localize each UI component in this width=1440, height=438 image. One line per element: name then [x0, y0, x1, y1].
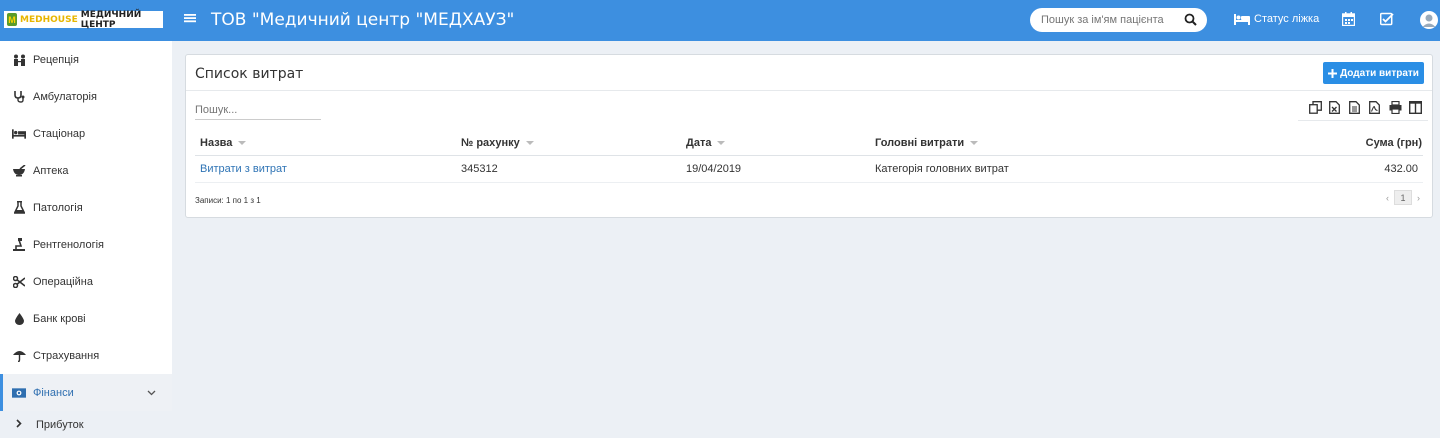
checklist-icon[interactable]: [1379, 12, 1394, 29]
sidebar-item-radiology[interactable]: Рентгенологія: [0, 226, 172, 263]
calendar-icon[interactable]: [1341, 12, 1356, 29]
hamburger-menu-icon[interactable]: [184, 12, 196, 28]
column-header-label: Сума (грн): [1365, 137, 1422, 149]
sidebar-subitem-label: Прибуток: [36, 418, 84, 431]
excel-icon[interactable]: [1329, 101, 1342, 114]
bed-icon: [12, 127, 26, 141]
user-avatar-icon[interactable]: [1420, 11, 1438, 29]
sort-icon: [970, 141, 979, 145]
column-header-label: Головні витрати: [875, 137, 965, 149]
logo-text: МЕДИЧНИЙ ЦЕНТР: [80, 9, 142, 30]
sidebar-item-label: Патологія: [33, 201, 83, 214]
sidebar-item-ambulatory[interactable]: Амбулаторія: [0, 78, 172, 115]
sidebar-item-label: Страхування: [33, 349, 100, 362]
sidebar-item-inpatient[interactable]: Стаціонар: [0, 115, 172, 152]
xray-icon: [12, 238, 26, 252]
column-header-amount[interactable]: Сума (грн): [1366, 137, 1422, 149]
column-header-label: № рахунку: [461, 137, 520, 149]
sidebar-item-label: Рецепція: [33, 53, 79, 66]
sidebar-item-label: Аптека: [33, 164, 69, 177]
divider: [195, 182, 1423, 183]
page-title: Список витрат: [195, 66, 304, 82]
table-search-input[interactable]: [195, 101, 321, 120]
chevron-right-icon: [16, 418, 22, 431]
mortar-icon: [12, 164, 26, 178]
patient-search-input[interactable]: [1041, 14, 1181, 26]
columns-icon[interactable]: [1409, 101, 1422, 114]
sort-icon: [238, 141, 247, 145]
export-toolbar: [1309, 101, 1422, 114]
column-header-main-expenses[interactable]: Головні витрати: [875, 137, 979, 149]
patient-search-box[interactable]: [1030, 8, 1207, 32]
scissors-icon: [12, 275, 26, 289]
pdf-icon[interactable]: [1369, 101, 1382, 114]
bed-status-label: Статус ліжка: [1254, 13, 1320, 25]
sidebar-item-label: Операційна: [33, 275, 93, 288]
flask-icon: [12, 201, 26, 215]
expense-amount: 432.00: [1384, 163, 1418, 175]
csv-icon[interactable]: [1349, 101, 1362, 114]
next-page-button[interactable]: ›: [1417, 193, 1420, 203]
sidebar-item-pharmacy[interactable]: Аптека: [0, 152, 172, 189]
logo[interactable]: M MEDHOUSE МЕДИЧНИЙ ЦЕНТР: [4, 9, 163, 30]
copy-icon[interactable]: [1309, 101, 1322, 114]
prev-page-button[interactable]: ‹: [1386, 193, 1389, 203]
invoice-number: 345312: [461, 163, 498, 175]
expenses-panel: Список витрат Додати витрати Назва № рах…: [185, 54, 1433, 218]
sidebar-subitem-income[interactable]: Прибуток: [0, 411, 172, 438]
add-expense-label: Додати витрати: [1340, 67, 1419, 79]
sidebar-item-label: Фінанси: [33, 386, 74, 399]
column-header-name[interactable]: Назва: [200, 137, 247, 149]
sidebar: Рецепція Амбулаторія Стаціонар Аптека Па…: [0, 41, 172, 438]
organization-title: ТОВ "Медичний центр "МЕДХАУЗ": [211, 10, 515, 30]
column-header-label: Назва: [200, 137, 233, 149]
logo-mark-icon: M: [7, 13, 18, 26]
sidebar-item-pathology[interactable]: Патологія: [0, 189, 172, 226]
sidebar-item-reception[interactable]: Рецепція: [0, 41, 172, 78]
drop-icon: [12, 312, 26, 326]
records-info: Записи: 1 по 1 з 1: [195, 196, 261, 205]
expense-date: 19/04/2019: [686, 163, 742, 175]
divider: [186, 90, 1432, 91]
sidebar-item-insurance[interactable]: Страхування: [0, 337, 172, 374]
sort-icon: [525, 141, 534, 145]
chevron-down-icon[interactable]: [147, 387, 156, 399]
plus-icon: [1328, 68, 1338, 78]
sidebar-item-finance[interactable]: Фінанси: [0, 374, 172, 411]
logo-brand: MEDHOUSE: [20, 14, 78, 25]
search-icon[interactable]: [1184, 13, 1197, 29]
sidebar-item-label: Амбулаторія: [33, 90, 97, 103]
top-navbar: M MEDHOUSE МЕДИЧНИЙ ЦЕНТР ТОВ "Медичний …: [0, 0, 1440, 41]
reception-icon: [12, 53, 26, 67]
sidebar-item-label: Стаціонар: [33, 127, 86, 140]
column-header-label: Дата: [686, 137, 712, 149]
print-icon[interactable]: [1389, 101, 1402, 114]
sidebar-item-label: Рентгенологія: [33, 238, 104, 251]
expense-name-link[interactable]: Витрати з витрат: [200, 163, 287, 175]
bed-status-link[interactable]: Статус ліжка: [1234, 13, 1319, 25]
umbrella-icon: [12, 349, 26, 363]
divider: [195, 155, 1423, 156]
page-button-current[interactable]: 1: [1394, 190, 1412, 205]
pagination: ‹ 1 ›: [1386, 190, 1420, 205]
sidebar-item-operating-room[interactable]: Операційна: [0, 263, 172, 300]
stethoscope-icon: [12, 90, 26, 104]
sidebar-item-label: Банк крові: [33, 312, 86, 325]
expense-category: Категорія головних витрат: [875, 163, 1009, 175]
add-expense-button[interactable]: Додати витрати: [1323, 62, 1424, 84]
bed-icon: [1234, 13, 1250, 25]
divider: [1298, 120, 1428, 121]
column-header-date[interactable]: Дата: [686, 137, 726, 149]
money-icon: [12, 386, 26, 400]
sidebar-item-blood-bank[interactable]: Банк крові: [0, 300, 172, 337]
sort-icon: [717, 141, 726, 145]
column-header-invoice[interactable]: № рахунку: [461, 137, 534, 149]
